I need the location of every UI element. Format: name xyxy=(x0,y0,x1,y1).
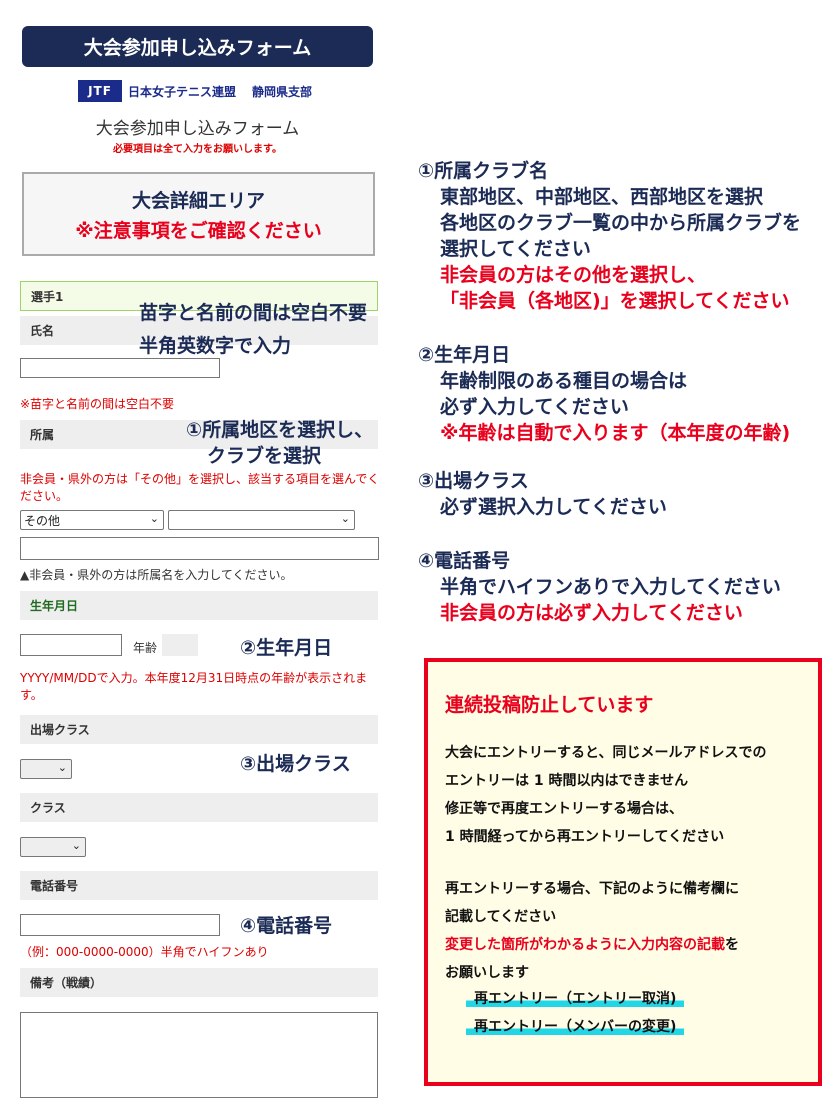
notice-red-text: 変更した箇所がわかるように入力内容の記載 xyxy=(445,937,725,953)
form-header-title: 大会参加申し込みフォーム xyxy=(83,37,312,59)
notice-line: エントリーは 1 時間以内はできません xyxy=(445,773,689,789)
entry-class-label-row: 出場クラス xyxy=(20,715,378,744)
birthdate-input[interactable] xyxy=(20,634,122,656)
birth-instructions: ②生年月日 年齢制限のある種目の場合は 必ず入力してください ※年齢は自動で入り… xyxy=(418,342,834,446)
birth-instructions-line: 必ず入力してください xyxy=(440,396,629,418)
required-note: 必要項目は全て入力をお願いします。 xyxy=(113,144,282,155)
org-name: 日本女子テニス連盟 xyxy=(128,84,237,99)
chevron-down-icon: ⌄ xyxy=(149,512,159,525)
club-select[interactable]: ⌄ xyxy=(168,510,355,530)
phone-note: （例：000-0000-0000）半角でハイフンあり xyxy=(20,945,269,959)
name-hint-1: 苗字と名前の間は空白不要 xyxy=(139,302,368,324)
notice-line: 再エントリーする場合、下記のように備考欄に xyxy=(445,881,739,897)
duplicate-post-notice: 連続投稿防止しています 大会にエントリーすると、同じメールアドレスでの エントリ… xyxy=(424,658,822,1086)
class-instructions-line: 必ず選択入力してください xyxy=(440,496,667,518)
page-title: 大会参加申し込みフォーム xyxy=(95,119,300,139)
chevron-down-icon: ⌄ xyxy=(57,761,67,774)
notice-example-1-text: 再エントリー（エントリー取消) xyxy=(466,991,685,1007)
entry-class-label: 出場クラス xyxy=(30,723,90,737)
region-select[interactable]: その他 ⌄ xyxy=(20,510,164,530)
phone-instructions-red-line: 非会員の方は必ず入力してください xyxy=(440,602,743,624)
notice-example-1: 再エントリー（エントリー取消) xyxy=(466,988,685,1008)
region-hint-1: ①所属地区を選択し、 xyxy=(186,419,374,441)
birthdate-label-row: 生年月日 xyxy=(20,591,378,620)
club-instructions-line: 東部地区、中部地区、西部地区を選択 xyxy=(440,186,764,208)
club-instructions-red-line: 「非会員（各地区)」を選択してください xyxy=(440,290,790,312)
phone-label: 電話番号 xyxy=(30,879,79,893)
detail-area-title: 大会詳細エリア xyxy=(131,190,265,212)
entry-class-select[interactable]: ⌄ xyxy=(20,759,72,779)
phone-instructions: ④電話番号 半角でハイフンありで入力してください 非会員の方は必ず入力してくださ… xyxy=(418,548,834,626)
birthdate-note: YYYY/MM/DDで入力。本年度12月31日時点の年齢が表示されます。 xyxy=(20,671,368,702)
club-instructions: ①所属クラブ名 東部地区、中部地区、西部地区を選択 各地区のクラブ一覧の中から所… xyxy=(418,158,834,314)
tournament-detail-area: 大会詳細エリア ※注意事項をご確認ください xyxy=(22,172,375,256)
club-instructions-line: 各地区のクラブ一覧の中から所属クラブを xyxy=(440,212,802,234)
player-section-label: 選手1 xyxy=(31,289,64,304)
phone-instructions-line: 半角でハイフンありで入力してください xyxy=(440,576,781,598)
club-instructions-line: 選択してください xyxy=(440,238,591,260)
remarks-label-row: 備考（戦績） xyxy=(20,968,378,997)
phone-instructions-heading: ④電話番号 xyxy=(418,550,511,572)
club-instructions-heading: ①所属クラブ名 xyxy=(418,160,549,182)
age-display xyxy=(162,634,198,656)
birth-instructions-line: 年齢制限のある種目の場合は xyxy=(440,370,688,392)
birthdate-hint: ②生年月日 xyxy=(240,637,333,659)
birthdate-label: 生年月日 xyxy=(30,599,79,613)
birth-instructions-heading: ②生年月日 xyxy=(418,344,511,366)
region-hint-2: クラブを選択 xyxy=(207,445,322,467)
notice-title: 連続投稿防止しています xyxy=(445,694,654,716)
club-instructions-red-line: 非会員の方はその他を選択し、 xyxy=(440,264,707,286)
affiliation-free-input[interactable] xyxy=(20,537,379,560)
phone-label-row: 電話番号 xyxy=(20,871,378,900)
affiliation-label: 所属 xyxy=(30,428,55,442)
age-label: 年齢 xyxy=(133,641,158,655)
phone-input[interactable] xyxy=(20,914,220,936)
notice-line: 大会にエントリーすると、同じメールアドレスでの xyxy=(445,745,767,761)
organization-logo: JTF 日本女子テニス連盟 静岡県支部 xyxy=(78,80,312,102)
notice-line: 記載してください xyxy=(445,909,557,925)
notice-line: 1 時間経ってから再エントリーしてください xyxy=(445,829,725,845)
affiliation-free-note: ▲非会員・県外の方は所属名を入力してください。 xyxy=(20,568,293,582)
birth-instructions-red-line: ※年齢は自動で入ります（本年度の年齢) xyxy=(440,422,791,444)
jtf-logo-icon: JTF xyxy=(78,80,122,102)
class-select[interactable]: ⌄ xyxy=(20,837,86,857)
entry-class-hint: ③出場クラス xyxy=(240,753,351,775)
class-instructions-heading: ③出場クラス xyxy=(418,470,529,492)
name-input[interactable] xyxy=(20,358,220,378)
notice-example-2-text: 再エントリー（メンバーの変更) xyxy=(466,1019,685,1035)
name-note: ※苗字と名前の間は空白不要 xyxy=(20,397,175,411)
chevron-down-icon: ⌄ xyxy=(71,839,81,852)
remarks-label: 備考（戦績） xyxy=(30,976,103,990)
notice-line: お願いします xyxy=(445,965,529,981)
name-label: 氏名 xyxy=(30,324,55,338)
notice-red-suffix: を xyxy=(725,937,739,953)
remarks-textarea[interactable] xyxy=(20,1012,378,1098)
org-branch: 静岡県支部 xyxy=(252,84,313,99)
phone-hint: ④電話番号 xyxy=(240,915,333,937)
class-instructions: ③出場クラス 必ず選択入力してください xyxy=(418,468,834,520)
detail-area-warning: ※注意事項をご確認ください xyxy=(75,220,322,242)
class-label: クラス xyxy=(30,801,66,815)
form-header: 大会参加申し込みフォーム xyxy=(22,26,373,67)
notice-example-2: 再エントリー（メンバーの変更) xyxy=(466,1016,685,1036)
affiliation-note: 非会員・県外の方は「その他」を選択し、該当する項目を選んでください。 xyxy=(20,472,380,503)
class-label-row: クラス xyxy=(20,793,378,822)
name-hint-2: 半角英数字で入力 xyxy=(139,335,292,357)
notice-line: 修正等で再度エントリーする場合は、 xyxy=(445,801,683,817)
chevron-down-icon: ⌄ xyxy=(340,512,350,525)
region-select-value: その他 xyxy=(24,513,61,528)
notice-red-line: 変更した箇所がわかるように入力内容の記載を xyxy=(445,934,739,954)
